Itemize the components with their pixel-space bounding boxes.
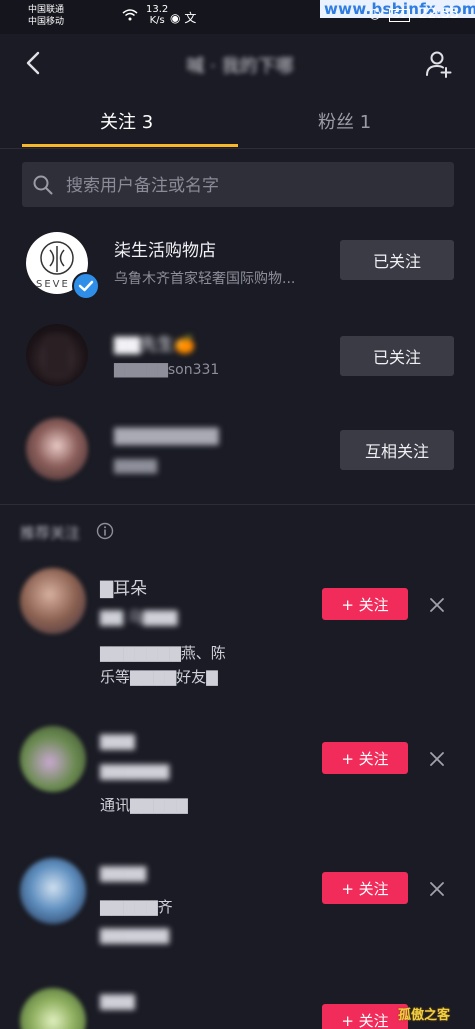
search-icon (32, 174, 54, 196)
close-icon[interactable] (428, 596, 446, 614)
avatar-logo-text: SEVE (36, 279, 70, 290)
mutual-friends-line: 乐等▇▇▇▇好友▇ (100, 668, 218, 686)
suggestion-item[interactable]: ▇▇▇▇ ▇▇▇▇▇齐 ▇▇▇▇▇▇ + 关注 (0, 850, 475, 970)
close-icon[interactable] (428, 880, 446, 898)
follow-button[interactable]: + 关注 (322, 1004, 408, 1029)
tab-bar: 关注 3 粉丝 1 (0, 96, 475, 150)
back-arrow-icon[interactable] (20, 48, 50, 78)
section-divider (0, 504, 475, 505)
avatar (26, 418, 88, 480)
avatar (20, 726, 86, 792)
avatar (26, 324, 88, 386)
header: 喊 · 我的下哪 (0, 34, 475, 94)
user-tags: ▇▇ 乌▇▇▇ (100, 608, 178, 626)
clock-time: 22:55 (418, 6, 459, 22)
tab-following[interactable]: 关注 3 (100, 108, 153, 134)
follow-button[interactable]: + 关注 (322, 742, 408, 774)
following-button[interactable]: 已关注 (340, 336, 454, 376)
list-item[interactable]: ▇▇先生🍊 ▇▇▇▇▇son331 已关注 (0, 318, 475, 398)
carrier-1: 中国联通 (28, 5, 65, 15)
net-speed: 13.2 K/s (146, 4, 168, 26)
battery-level: 51 (389, 9, 411, 22)
search-input[interactable] (64, 162, 448, 209)
user-subtitle: ▇▇▇▇▇son331 (114, 362, 220, 378)
user-subtitle: 乌鲁木齐首家轻奢国际购物... (114, 271, 296, 287)
mutual-friends-line: ▇▇▇▇▇▇ (100, 926, 170, 944)
user-subtitle: ▇▇▇▇ (114, 458, 158, 474)
carrier-2: 中国移动 (28, 17, 65, 27)
status-bar: 中国联通 中国移动 13.2 K/s ◉ 文 www.bsbinfx.com ◷… (0, 0, 475, 34)
suggestion-item[interactable]: ▇▇▇ ▇▇▇▇▇▇ 通讯▇▇▇▇▇ + 关注 (0, 718, 475, 838)
avatar (20, 858, 86, 924)
alarm-icon: ◷ (368, 6, 381, 22)
user-name: ▇▇▇▇▇▇▇▇ (114, 426, 219, 446)
user-name: ▇▇先生🍊 (114, 335, 196, 355)
user-name: ▇▇▇ (100, 732, 135, 750)
notification-icons: ◉ 文 (170, 9, 196, 26)
notification-icon: 文 (184, 11, 197, 25)
carrier-info: 中国联通 中国移动 (28, 4, 64, 28)
verified-badge-icon (72, 272, 100, 300)
avatar (20, 988, 86, 1029)
follow-button[interactable]: + 关注 (322, 872, 408, 904)
following-button[interactable]: 已关注 (340, 240, 454, 280)
info-icon[interactable] (96, 522, 114, 540)
section-title: 推荐关注 (20, 524, 81, 542)
user-name: ▇▇▇ (100, 992, 135, 1010)
close-icon[interactable] (428, 750, 446, 768)
status-right: ◷ 51 22:55 (369, 6, 459, 22)
user-name: ▇耳朵 (100, 579, 148, 599)
wechat-icon: ◉ (170, 11, 181, 25)
avatar (20, 568, 86, 634)
search-bar (22, 162, 454, 209)
page-title: 喊 · 我的下哪 (186, 56, 294, 77)
user-name: ▇▇▇▇ (100, 864, 147, 882)
net-speed-unit: K/s (149, 15, 165, 26)
tab-divider (0, 148, 475, 149)
mutual-follow-button[interactable]: 互相关注 (340, 430, 454, 470)
user-name: 柒生活购物店 (114, 241, 216, 261)
list-item[interactable]: ▇▇▇▇▇▇▇▇ ▇▇▇▇ 互相关注 (0, 412, 475, 492)
tab-fans[interactable]: 粉丝 1 (318, 108, 371, 134)
avatar-figure (44, 336, 70, 376)
wifi-icon (122, 9, 138, 24)
mutual-friends-line: ▇▇▇▇▇▇▇燕、陈 (100, 644, 226, 662)
follow-button[interactable]: + 关注 (322, 588, 408, 620)
user-tags: ▇▇▇▇▇齐 (100, 898, 173, 916)
mutual-friends-line: 通讯▇▇▇▇▇ (100, 796, 188, 814)
suggestion-item[interactable]: ▇耳朵 ▇▇ 乌▇▇▇ ▇▇▇▇▇▇▇燕、陈 乐等▇▇▇▇好友▇ + 关注 (0, 560, 475, 700)
add-user-icon[interactable] (423, 48, 455, 80)
footer-watermark: 孤傲之客 (398, 1008, 451, 1023)
active-tab-indicator (22, 144, 238, 147)
net-speed-value: 13.2 (146, 4, 169, 15)
list-item[interactable]: SEVE 柒生活购物店 乌鲁木齐首家轻奢国际购物... 已关注 (0, 224, 475, 304)
user-tags: ▇▇▇▇▇▇ (100, 762, 170, 780)
